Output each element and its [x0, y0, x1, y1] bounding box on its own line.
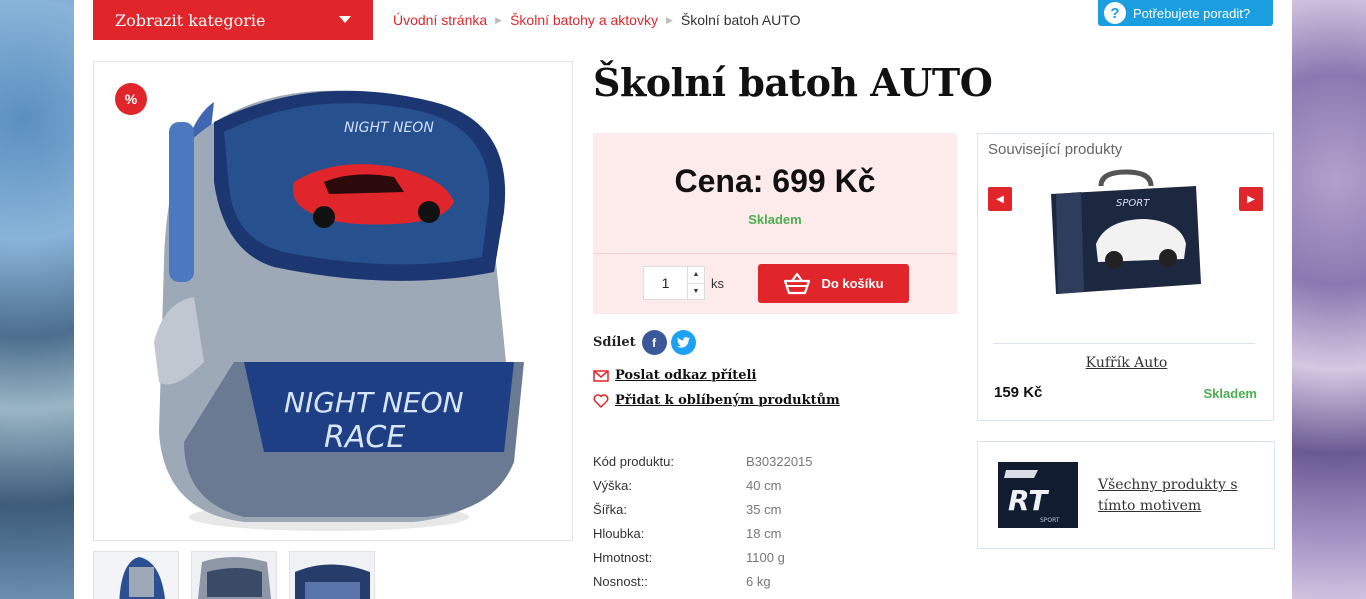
quantity-arrows: ▲ ▼ [687, 267, 704, 299]
briefcase-image: SPORT [1051, 169, 1201, 294]
question-icon: ? [1104, 2, 1126, 24]
related-product-price: 159 Kč [994, 384, 1043, 401]
breadcrumb-category[interactable]: Školní batohy a aktovky [510, 12, 658, 28]
heart-icon [593, 393, 609, 408]
help-button[interactable]: ? Potřebujete poradit? [1098, 0, 1273, 26]
param-value: 35 cm [746, 501, 782, 517]
breadcrumb-home[interactable]: Úvodní stránka [393, 12, 487, 28]
param-row: Nosnost:: 6 kg [593, 569, 813, 593]
quantity-value[interactable]: 1 [644, 275, 687, 291]
param-value: 40 cm [746, 477, 782, 493]
product-price: Cena: 699 Kč [674, 163, 876, 199]
svg-text:NIGHT NEON: NIGHT NEON [284, 386, 464, 419]
divider [593, 253, 957, 254]
add-to-cart-button[interactable]: Do košíku [758, 264, 909, 303]
divider [993, 343, 1255, 344]
background-right [1292, 0, 1366, 599]
all-motive-products-link[interactable]: Všechny produkty s tímto motivem [1098, 475, 1248, 517]
param-row: Hmotnost: 1100 g [593, 545, 813, 569]
param-value: B30322015 [746, 453, 813, 469]
carousel-prev-icon[interactable]: ◀ [988, 187, 1012, 211]
thumbnail-image [290, 552, 374, 599]
add-to-cart-label: Do košíku [821, 276, 884, 291]
envelope-icon [593, 369, 609, 382]
background-left [0, 0, 74, 599]
svg-text:SPORT: SPORT [1040, 517, 1060, 524]
param-key: Nosnost:: [593, 573, 648, 589]
breadcrumb-separator-icon: ▶ [665, 14, 673, 25]
svg-text:NIGHT NEON: NIGHT NEON [344, 120, 434, 136]
send-link-label: Poslat odkaz příteli [615, 368, 757, 383]
param-row: Šířka: 35 cm [593, 497, 813, 521]
param-key: Hmotnost: [593, 549, 653, 565]
thumbnail-2[interactable] [191, 551, 277, 599]
param-value: 1100 g [746, 549, 785, 565]
product-parameters: Kód produktu: B30322015 Výška: 40 cm Šířka… [593, 449, 813, 593]
backpack-image: NIGHT NEON RACE NIGHT NEON [154, 90, 524, 531]
chevron-down-icon [339, 16, 351, 23]
page-content: Zobrazit kategorie Úvodní stránka ▶ Škol… [74, 0, 1292, 599]
sale-badge: % [115, 83, 147, 115]
price-box: Cena: 699 Kč Skladem 1 ▲ ▼ ks Do košíku [593, 133, 957, 314]
svg-text:RACE: RACE [324, 420, 405, 455]
help-label: Potřebujete poradit? [1133, 5, 1251, 21]
breadcrumb-current: Školní batoh AUTO [680, 12, 801, 28]
thumbnail-1[interactable] [93, 551, 179, 599]
svg-text:RT: RT [1008, 484, 1049, 517]
param-value: 6 kg [746, 573, 771, 589]
thumbnail-image [192, 552, 276, 599]
svg-text:SPORT: SPORT [1116, 198, 1150, 209]
quantity-stepper[interactable]: 1 ▲ ▼ [643, 266, 705, 300]
quantity-increase-icon[interactable]: ▲ [688, 267, 704, 284]
thumbnail-3[interactable] [289, 551, 375, 599]
twitter-icon[interactable] [670, 330, 696, 355]
param-row: Kód produktu: B30322015 [593, 449, 813, 473]
related-product-image[interactable]: SPORT [1046, 164, 1206, 309]
send-link-to-friend[interactable]: Poslat odkaz příteli [593, 368, 756, 383]
related-product-stock: Skladem [1203, 386, 1257, 401]
motive-image[interactable]: RT SPORT [998, 462, 1078, 528]
carousel-next-icon[interactable]: ▶ [1239, 187, 1263, 211]
show-categories-button[interactable]: Zobrazit kategorie [93, 0, 373, 40]
motive-logo-image: RT SPORT [998, 462, 1078, 528]
param-key: Kód produktu: [593, 453, 674, 469]
related-product-name[interactable]: Kufřík Auto [978, 355, 1275, 371]
quantity-unit: ks [711, 276, 724, 291]
param-key: Hloubka: [593, 525, 645, 541]
motive-box: RT SPORT Všechny produkty s tímto motive… [977, 441, 1275, 549]
stock-status: Skladem [748, 212, 802, 227]
related-products: Související produkty ◀ ▶ SPORT Kufřík Au… [977, 133, 1274, 421]
quantity-decrease-icon[interactable]: ▼ [688, 284, 704, 300]
page-title: Školní batoh AUTO [593, 60, 993, 105]
add-to-favorites[interactable]: Přidat k oblíbeným produktům [593, 393, 840, 408]
basket-icon [784, 272, 811, 294]
thumbnail-strip [93, 551, 375, 599]
param-row: Výška: 40 cm [593, 473, 813, 497]
param-row: Hloubka: 18 cm [593, 521, 813, 545]
share-label: Sdílet [593, 335, 636, 350]
twitter-bird-glyph [676, 337, 690, 348]
product-main-image[interactable]: NIGHT NEON RACE NIGHT NEON % [93, 61, 573, 541]
share-row: Sdílet f [593, 330, 696, 355]
breadcrumb-separator-icon: ▶ [495, 14, 503, 25]
add-favorite-label: Přidat k oblíbeným produktům [615, 393, 840, 408]
facebook-icon[interactable]: f [641, 330, 667, 355]
thumbnail-image [94, 552, 178, 599]
show-categories-label: Zobrazit kategorie [115, 10, 266, 30]
param-key: Výška: [593, 477, 633, 493]
breadcrumb: Úvodní stránka ▶ Školní batohy a aktovky… [393, 12, 800, 28]
param-key: Šířka: [593, 501, 627, 517]
param-value: 18 cm [746, 525, 782, 541]
related-products-title: Související produkty [988, 141, 1123, 158]
